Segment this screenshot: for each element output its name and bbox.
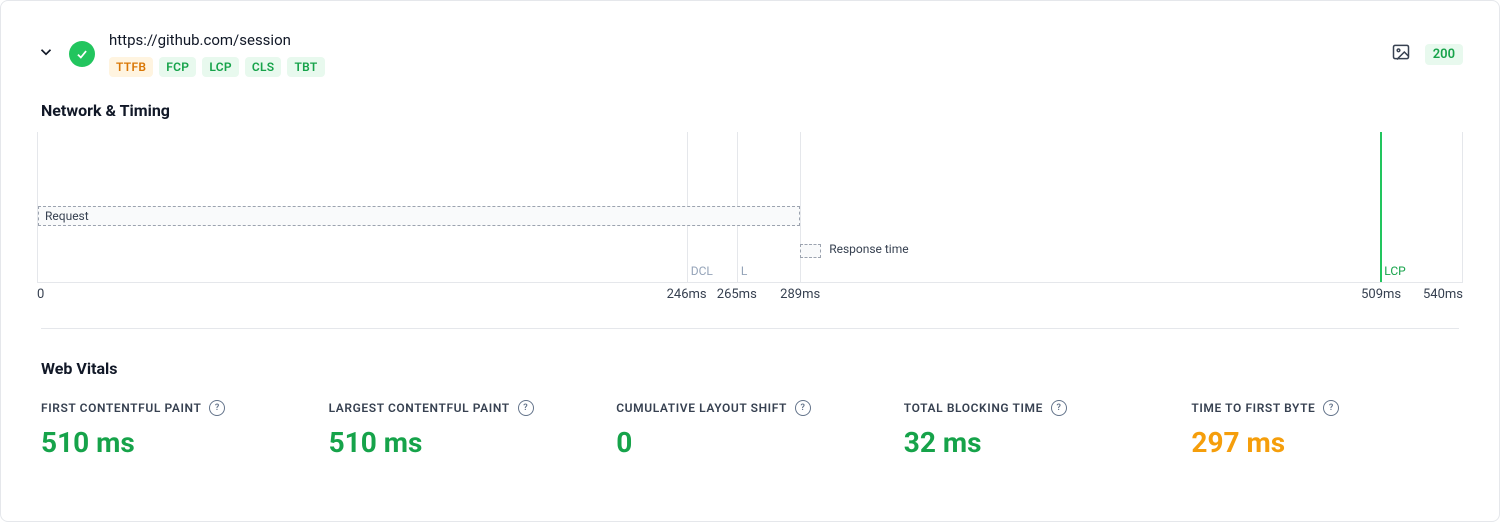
result-header: https://github.com/session TTFB FCP LCP CLS… bbox=[1, 1, 1499, 77]
web-vitals-grid: FIRST CONTENTFUL PAINT?510 msLARGEST CON… bbox=[1, 382, 1499, 459]
response-bar[interactable] bbox=[800, 244, 821, 258]
response-label: Response time bbox=[829, 242, 908, 256]
help-icon[interactable]: ? bbox=[1051, 400, 1067, 416]
status-ok-icon bbox=[69, 41, 95, 67]
lcp-line bbox=[1380, 132, 1382, 282]
vital-value: 297 ms bbox=[1191, 426, 1459, 459]
vital-card: LARGEST CONTENTFUL PAINT? 510 ms bbox=[329, 400, 597, 459]
axis-tick: 509ms bbox=[1361, 287, 1401, 302]
axis-tick: 540ms bbox=[1423, 287, 1463, 302]
vital-value: 510 ms bbox=[329, 426, 597, 459]
vital-card: TOTAL BLOCKING TIME? 32 ms bbox=[904, 400, 1172, 459]
request-bar[interactable]: Request bbox=[38, 206, 800, 226]
metric-badges: TTFB FCP LCP CLSTBT bbox=[109, 57, 1391, 77]
url-text[interactable]: https://github.com/session bbox=[109, 31, 1391, 49]
url-block: https://github.com/session TTFB FCP LCP CLS… bbox=[109, 31, 1391, 77]
axis-tick: 0 bbox=[37, 287, 44, 302]
metric-badge-cls[interactable]: CLS bbox=[245, 57, 282, 77]
vital-card: FIRST CONTENTFUL PAINT? 510 ms bbox=[41, 400, 309, 459]
vital-value: 32 ms bbox=[904, 426, 1172, 459]
image-icon bbox=[1391, 42, 1411, 62]
help-icon[interactable]: ? bbox=[1323, 400, 1339, 416]
vital-value: 510 ms bbox=[41, 426, 309, 459]
vital-label: CUMULATIVE LAYOUT SHIFT? bbox=[616, 400, 884, 416]
check-icon bbox=[75, 47, 89, 61]
vital-card: CUMULATIVE LAYOUT SHIFT? 0 bbox=[616, 400, 884, 459]
axis-tick: 265ms bbox=[717, 287, 757, 302]
axis-tick: 289ms bbox=[780, 287, 820, 302]
result-card: https://github.com/session TTFB FCP LCP CLS… bbox=[0, 0, 1500, 522]
marker-dcl: DCL bbox=[691, 264, 713, 278]
vital-label: TIME TO FIRST BYTE? bbox=[1191, 400, 1459, 416]
marker-l: L bbox=[741, 264, 747, 278]
timeline-axis: 0 246ms 265ms 289ms 509ms 540ms bbox=[37, 283, 1463, 305]
screenshot-button[interactable] bbox=[1391, 42, 1411, 66]
metric-badge-fcp[interactable]: FCP bbox=[159, 57, 196, 77]
help-icon[interactable]: ? bbox=[795, 400, 811, 416]
vital-label: FIRST CONTENTFUL PAINT? bbox=[41, 400, 309, 416]
metric-badge-tbt[interactable]: TBT bbox=[287, 57, 324, 77]
expand-toggle[interactable] bbox=[37, 43, 55, 65]
marker-lcp: LCP bbox=[1384, 264, 1405, 278]
help-icon[interactable]: ? bbox=[209, 400, 225, 416]
vital-label: LARGEST CONTENTFUL PAINT? bbox=[329, 400, 597, 416]
axis-tick: 246ms bbox=[667, 287, 707, 302]
tick-line bbox=[800, 132, 801, 282]
timeline-chart: Request Response time DCL L LCP bbox=[37, 132, 1463, 283]
vital-value: 0 bbox=[616, 426, 884, 459]
help-icon[interactable]: ? bbox=[518, 400, 534, 416]
vital-label: TOTAL BLOCKING TIME? bbox=[904, 400, 1172, 416]
http-status-badge: 200 bbox=[1425, 44, 1463, 65]
metric-badge-lcp[interactable]: LCP bbox=[202, 57, 239, 77]
network-timing-title: Network & Timing bbox=[1, 77, 1499, 130]
header-right: 200 bbox=[1391, 42, 1463, 66]
network-timeline[interactable]: Request Response time DCL L LCP 0 246ms 265ms 2… bbox=[37, 132, 1463, 302]
chevron-down-icon bbox=[37, 43, 55, 61]
metric-badge-ttfb[interactable]: TTFB bbox=[109, 57, 153, 77]
web-vitals-title: Web Vitals bbox=[1, 329, 1499, 382]
vital-card: TIME TO FIRST BYTE? 297 ms bbox=[1191, 400, 1459, 459]
